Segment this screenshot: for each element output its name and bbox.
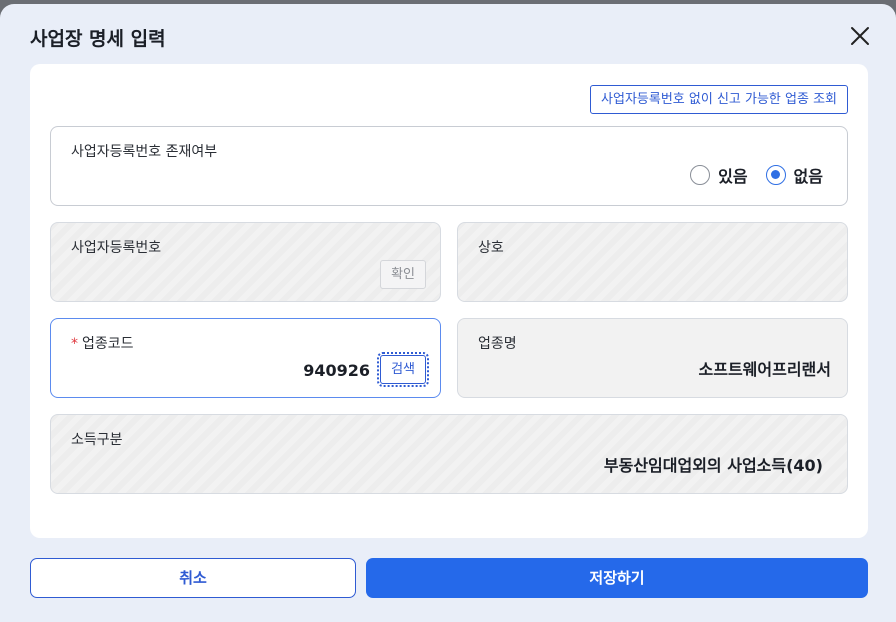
industry-code-label-text: 업종코드 (82, 336, 134, 352)
income-type-field: 소득구분 부동산임대업외의 사업소득(40) (50, 414, 848, 494)
income-type-value: 부동산임대업외의 사업소득(40) (603, 456, 823, 475)
business-detail-dialog: 사업장 명세 입력 사업자등록번호 없이 신고 가능한 업종 조회 사업자등록번… (0, 4, 896, 622)
industry-name-field: 업종명 소프트웨어프리랜서 (457, 318, 848, 398)
income-type-label: 소득구분 (71, 432, 123, 448)
lookup-industry-without-bizno-button[interactable]: 사업자등록번호 없이 신고 가능한 업종 조회 (590, 85, 848, 114)
industry-code-search-button[interactable]: 검색 (377, 352, 429, 387)
bizno-field: 사업자등록번호 확인 (50, 222, 441, 302)
company-name-label: 상호 (478, 240, 504, 256)
industry-code-value[interactable]: 940926 (303, 361, 370, 380)
form-panel: 사업자등록번호 없이 신고 가능한 업종 조회 사업자등록번호 존재여부 있음 … (30, 64, 868, 538)
industry-name-label: 업종명 (478, 336, 517, 352)
industry-name-value: 소프트웨어프리랜서 (698, 360, 831, 379)
industry-code-field[interactable]: * 업종코드 940926 검색 (50, 318, 441, 398)
bizno-label: 사업자등록번호 (71, 240, 162, 256)
radio-no-indicator[interactable] (765, 165, 786, 185)
has-bizno-field: 사업자등록번호 존재여부 있음 없음 (50, 126, 848, 206)
radio-yes-indicator[interactable] (690, 165, 711, 185)
has-bizno-label: 사업자등록번호 존재여부 (71, 144, 218, 160)
bizno-confirm-button[interactable]: 확인 (380, 260, 426, 289)
has-bizno-radio-group: 있음 없음 (690, 163, 823, 187)
close-icon[interactable] (846, 22, 874, 50)
industry-code-label: * 업종코드 (71, 333, 134, 353)
radio-yes[interactable]: 있음 (690, 163, 748, 187)
radio-no-label: 없음 (793, 167, 823, 186)
company-name-field: 상호 (457, 222, 848, 302)
cancel-button[interactable]: 취소 (30, 558, 356, 598)
save-button[interactable]: 저장하기 (366, 558, 868, 598)
radio-no[interactable]: 없음 (765, 163, 823, 187)
dialog-title: 사업장 명세 입력 (30, 28, 166, 50)
required-mark: * (71, 336, 78, 352)
radio-yes-label: 있음 (718, 167, 748, 186)
